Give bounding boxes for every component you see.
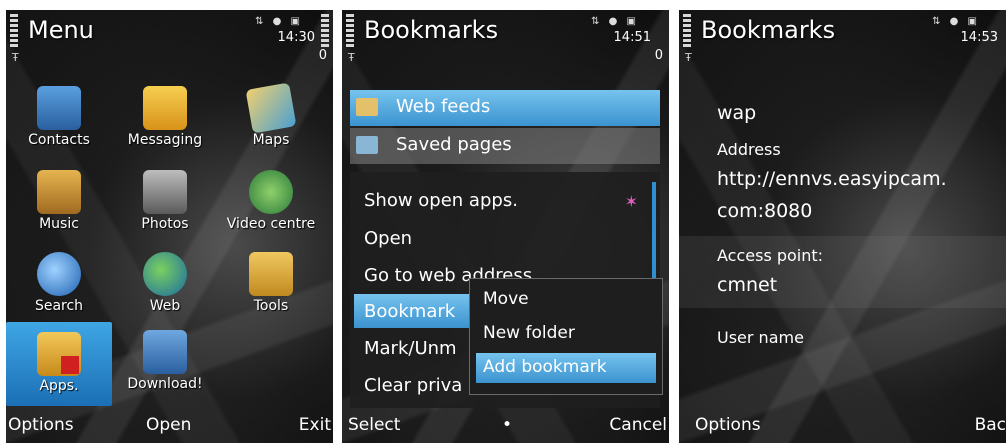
status-icons: ⇅ ● ▣ — [255, 16, 303, 27]
signal-strength-icon — [10, 14, 18, 48]
back-softkey[interactable]: Bac — [975, 415, 1006, 435]
submenu-add-bookmark[interactable]: Add bookmark — [483, 357, 607, 377]
signal-strength-icon — [683, 14, 691, 48]
options-softkey[interactable]: Options — [8, 415, 74, 435]
download-icon — [143, 330, 187, 374]
softkey-bar: Options Open Exit — [6, 409, 333, 443]
access-point-label: Access point: — [717, 246, 824, 265]
access-point-value[interactable]: cmnet — [717, 274, 777, 296]
map-icon — [245, 82, 297, 134]
app-photos[interactable]: Photos — [112, 170, 218, 248]
music-icon — [37, 170, 81, 214]
phone-screen-menu: Menu Ŧ ⇅ ● ▣ 14:30 0 Contacts Messaging … — [6, 10, 333, 443]
search-icon — [37, 252, 81, 296]
app-contacts[interactable]: Contacts — [6, 86, 112, 164]
menu-item-open[interactable]: Open — [364, 228, 412, 249]
video-globe-icon — [249, 170, 293, 214]
cancel-softkey[interactable]: Cancel — [609, 415, 667, 435]
folder-icon — [356, 136, 378, 154]
softkey-bar: Options Bac — [679, 409, 1006, 443]
app-tools[interactable]: Tools — [218, 252, 324, 330]
status-bar: Menu Ŧ ⇅ ● ▣ 14:30 0 — [6, 10, 333, 64]
apps-folder-icon — [37, 332, 81, 376]
app-download[interactable]: Download! — [112, 330, 218, 408]
folder-icon — [356, 98, 378, 116]
page-title: Bookmarks — [364, 16, 499, 44]
clock: 14:30 — [277, 30, 315, 45]
bookmark-saved-pages[interactable]: Saved pages — [350, 128, 660, 164]
app-web[interactable]: Web — [112, 252, 218, 330]
menu-item-mark-unmark[interactable]: Mark/Unm — [364, 338, 457, 359]
submenu-move[interactable]: Move — [483, 289, 529, 309]
menu-scrollbar[interactable] — [652, 182, 656, 292]
bookmark-submenu: Move New folder Add bookmark — [469, 278, 663, 395]
page-title: Menu — [28, 16, 94, 44]
menu-item-clear-privacy[interactable]: Clear priva — [364, 375, 462, 396]
phone-screen-bookmarks-menu: Bookmarks Ŧ ⇅ ● ▣ 14:51 0 Web feeds Save… — [342, 10, 669, 443]
bookmark-web-feeds[interactable]: Web feeds — [350, 90, 660, 126]
globe-icon — [143, 252, 187, 296]
app-search[interactable]: Search — [6, 252, 112, 330]
app-messaging[interactable]: Messaging — [112, 86, 218, 164]
exit-softkey[interactable]: Exit — [299, 415, 331, 435]
center-softkey[interactable]: • — [502, 415, 512, 435]
status-icons: ⇅ ● ▣ — [932, 16, 980, 27]
app-apps-selected[interactable]: Apps. — [6, 322, 112, 406]
address-value-line2[interactable]: com:8080 — [717, 200, 812, 222]
photos-icon — [143, 170, 187, 214]
page-title: Bookmarks — [701, 16, 836, 44]
clock: 14:53 — [960, 30, 998, 45]
submenu-new-folder[interactable]: New folder — [483, 323, 575, 343]
menu-item-show-open-apps[interactable]: Show open apps. — [364, 190, 518, 211]
softkey-bar: Select • Cancel — [342, 409, 669, 443]
app-music[interactable]: Music — [6, 170, 112, 248]
address-label: Address — [717, 140, 781, 159]
status-bar: Bookmarks Ŧ ⇅ ● ▣ 14:53 — [679, 10, 1006, 64]
battery-icon — [321, 14, 329, 48]
antenna-icon: Ŧ — [12, 51, 19, 64]
multitask-icon: ✶ — [624, 192, 638, 211]
user-name-label: User name — [717, 328, 804, 347]
clock: 14:51 — [613, 30, 651, 45]
open-softkey[interactable]: Open — [146, 415, 191, 435]
app-maps[interactable]: Maps — [218, 82, 324, 164]
select-softkey[interactable]: Select — [348, 415, 400, 435]
envelope-icon — [143, 86, 187, 130]
antenna-icon: Ŧ — [348, 51, 355, 64]
address-value-line1[interactable]: http://ennvs.easyipcam. — [717, 168, 947, 190]
signal-strength-icon — [346, 14, 354, 48]
tools-folder-icon — [249, 252, 293, 296]
status-icons: ⇅ ● ▣ — [591, 16, 639, 27]
bookmark-name-field[interactable]: wap — [717, 102, 756, 124]
notification-counter: 0 — [318, 48, 327, 63]
menu-item-bookmark[interactable]: Bookmark — [364, 301, 455, 322]
status-bar: Bookmarks Ŧ ⇅ ● ▣ 14:51 0 — [342, 10, 669, 64]
antenna-icon: Ŧ — [685, 51, 692, 64]
notification-counter: 0 — [654, 48, 663, 63]
phone-screen-bookmark-details: Bookmarks Ŧ ⇅ ● ▣ 14:53 wap Address http… — [679, 10, 1006, 443]
contacts-icon — [37, 86, 81, 130]
options-softkey[interactable]: Options — [695, 415, 761, 435]
app-video-centre[interactable]: Video centre — [218, 170, 324, 248]
